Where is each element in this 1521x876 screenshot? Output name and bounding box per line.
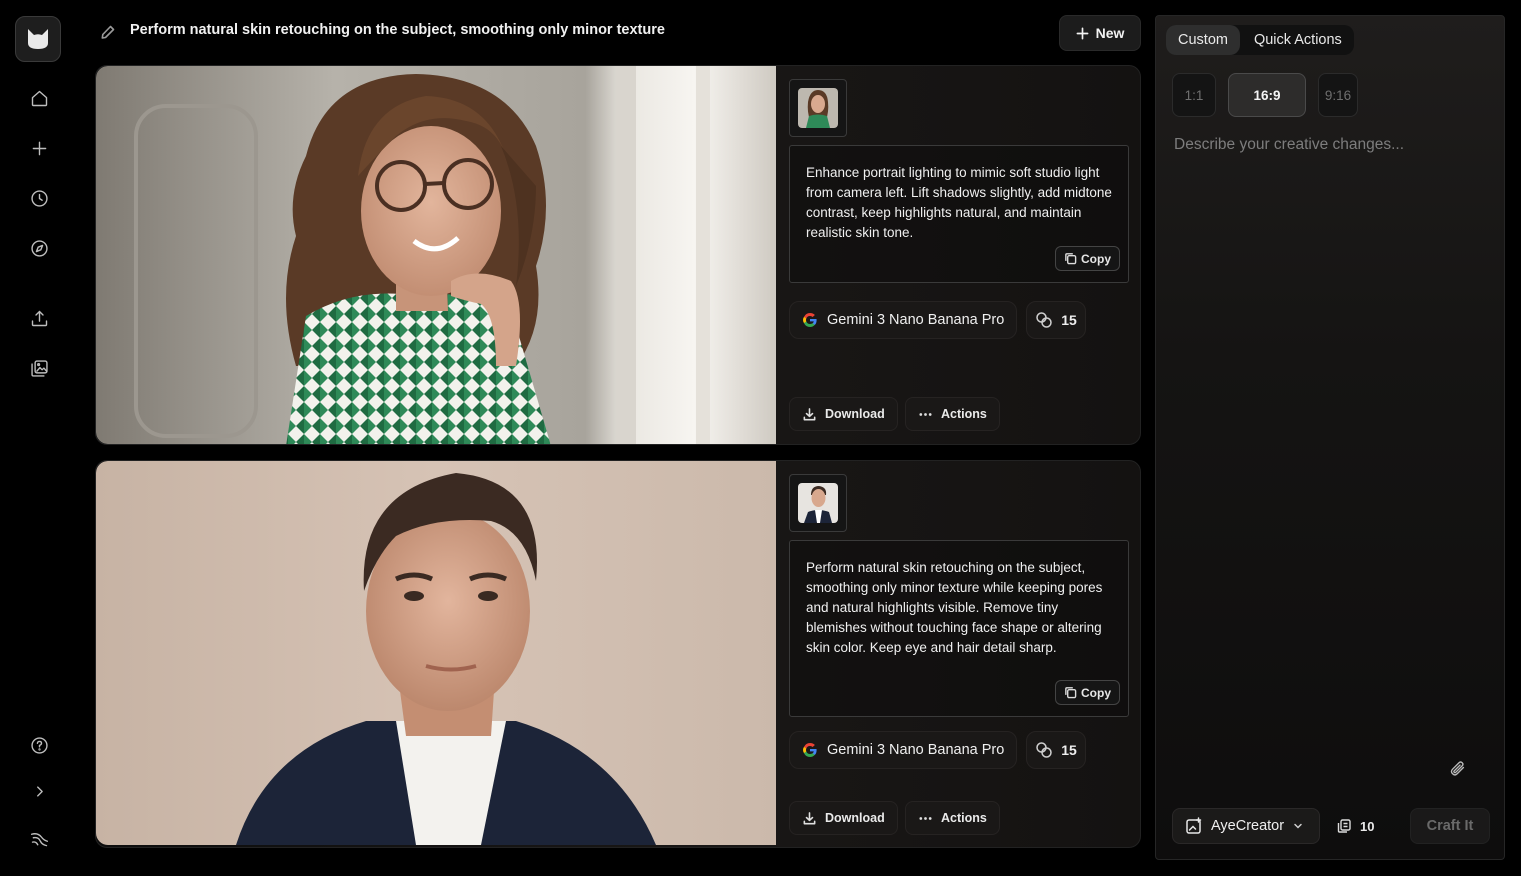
actions-button-label: Actions: [941, 811, 987, 825]
composer-footer: AyeCreator 10 Craft It: [1172, 808, 1490, 844]
download-button-label: Download: [825, 811, 885, 825]
download-button-label: Download: [825, 407, 885, 421]
copy-button[interactable]: Copy: [1055, 246, 1120, 271]
sidebar-expand-button[interactable]: [24, 776, 54, 806]
sidebar-item-explore[interactable]: [24, 233, 54, 263]
copy-button-label: Copy: [1081, 251, 1111, 266]
pencil-icon[interactable]: [100, 24, 116, 40]
ratio-16-9-button[interactable]: 16:9: [1228, 73, 1306, 117]
sidebar-item-history[interactable]: [24, 183, 54, 213]
credit-cost-badge: 15: [1026, 301, 1086, 339]
portrait-man-image: [96, 461, 776, 845]
more-dots-icon: [919, 816, 932, 820]
copy-button-label: Copy: [1081, 685, 1111, 700]
editor-panel: Custom Quick Actions 1:1 16:9 9:16 AyeCr…: [1155, 15, 1505, 860]
result-card: Perform natural skin retouching on the s…: [95, 460, 1141, 848]
credit-cost: 15: [1061, 312, 1077, 328]
image-gallery-icon: [30, 359, 48, 377]
model-badge: Gemini 3 Nano Banana Pro: [789, 731, 1018, 769]
prompt-box: Perform natural skin retouching on the s…: [789, 540, 1129, 717]
new-button-label: New: [1095, 25, 1125, 41]
chevron-right-icon: [36, 785, 43, 797]
prompt-text: Enhance portrait lighting to mimic soft …: [806, 165, 1112, 240]
model-name: Gemini 3 Nano Banana Pro: [827, 742, 1005, 758]
brand-mark-icon: [30, 832, 48, 846]
creator-label: AyeCreator: [1211, 818, 1285, 834]
paperclip-icon: [1450, 761, 1465, 776]
credit-cost: 15: [1061, 742, 1077, 758]
help-icon: [30, 736, 48, 754]
result-card: Enhance portrait lighting to mimic soft …: [95, 65, 1141, 445]
actions-button[interactable]: Actions: [905, 801, 1000, 835]
actions-button-label: Actions: [941, 407, 987, 421]
result-image[interactable]: [96, 66, 776, 444]
model-name: Gemini 3 Nano Banana Pro: [827, 312, 1005, 328]
page-title: Perform natural skin retouching on the s…: [130, 22, 665, 38]
google-logo-icon: [803, 743, 817, 757]
plus-icon: [1076, 27, 1089, 39]
plus-icon: [32, 141, 46, 155]
clock-icon: [30, 189, 48, 207]
ratio-1-1-button[interactable]: 1:1: [1172, 73, 1216, 117]
sidebar: [0, 0, 78, 876]
credit-balance-value: 10: [1360, 818, 1375, 834]
sidebar-item-create[interactable]: [24, 133, 54, 163]
actions-button[interactable]: Actions: [905, 397, 1000, 431]
credit-balance: 10: [1336, 808, 1374, 844]
upload-icon: [31, 310, 47, 326]
ratio-9-16-button[interactable]: 9:16: [1318, 73, 1358, 117]
source-thumbnail[interactable]: [789, 79, 847, 137]
page-header: Perform natural skin retouching on the s…: [95, 14, 1141, 52]
copy-icon: [1065, 253, 1077, 265]
sidebar-item-help[interactable]: [24, 730, 54, 760]
coins-icon: [1036, 312, 1052, 328]
credit-cost-badge: 15: [1026, 731, 1086, 769]
tab-custom[interactable]: Custom: [1166, 25, 1240, 55]
credits-stack-icon: [1337, 819, 1351, 833]
attach-button[interactable]: [1446, 757, 1470, 781]
copy-icon: [1065, 687, 1077, 699]
compass-icon: [30, 239, 48, 257]
sidebar-item-gallery[interactable]: [24, 353, 54, 383]
woman-thumbnail-image: [798, 88, 838, 128]
creator-select[interactable]: AyeCreator: [1172, 808, 1320, 844]
prompt-box: Enhance portrait lighting to mimic soft …: [789, 145, 1129, 283]
sidebar-item-home[interactable]: [24, 83, 54, 113]
app-logo[interactable]: [15, 16, 61, 62]
sidebar-item-upload[interactable]: [24, 303, 54, 333]
download-icon: [803, 811, 816, 824]
magic-image-icon: [1186, 817, 1202, 834]
brand-mark: [24, 824, 54, 854]
portrait-woman-image: [96, 66, 776, 444]
prompt-input[interactable]: [1172, 134, 1488, 734]
man-thumbnail-image: [798, 483, 838, 523]
result-image[interactable]: [96, 461, 776, 845]
download-button[interactable]: Download: [789, 801, 898, 835]
tab-quick-actions[interactable]: Quick Actions: [1242, 25, 1354, 55]
cat-logo-icon: [28, 29, 48, 49]
coins-icon: [1036, 742, 1052, 758]
mode-tabs: Custom Quick Actions: [1166, 25, 1354, 55]
google-logo-icon: [803, 313, 817, 327]
more-dots-icon: [919, 412, 932, 416]
download-icon: [803, 407, 816, 420]
chevron-down-icon: [1294, 823, 1302, 829]
copy-button[interactable]: Copy: [1055, 680, 1120, 705]
home-icon: [31, 90, 47, 106]
craft-it-button[interactable]: Craft It: [1410, 808, 1490, 844]
prompt-text: Perform natural skin retouching on the s…: [806, 560, 1103, 655]
source-thumbnail[interactable]: [789, 474, 847, 532]
new-button[interactable]: New: [1059, 15, 1141, 51]
model-badge: Gemini 3 Nano Banana Pro: [789, 301, 1018, 339]
download-button[interactable]: Download: [789, 397, 898, 431]
